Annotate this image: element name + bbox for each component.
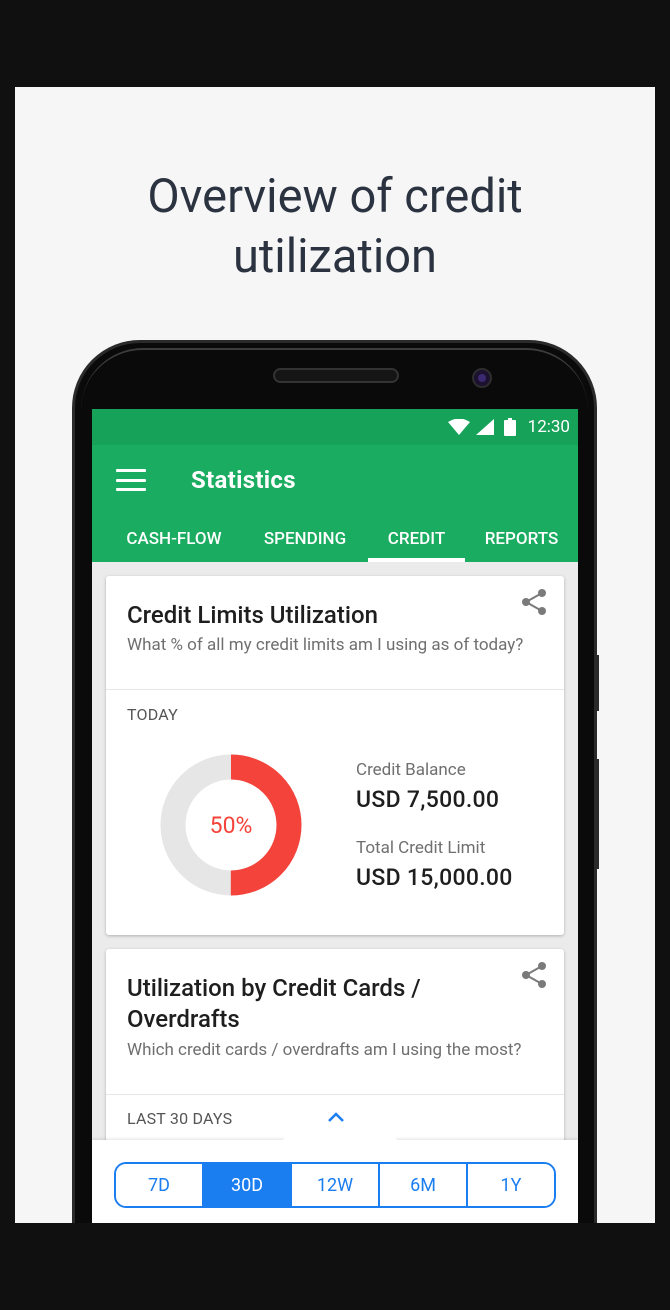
period-label: TODAY	[127, 705, 178, 724]
range-selector-bar: 7D 30D 12W 6M 1Y	[92, 1104, 578, 1223]
phone-screen: 12:30 Statistics CASH-FLOW SPENDING CRED…	[92, 409, 578, 1223]
phone-speaker	[273, 368, 399, 383]
promo-panel: Overview of credit utilization 12:30 Sta…	[15, 87, 655, 1223]
card-title-line-1: Utilization by Credit Cards /	[127, 974, 421, 1002]
tab-reports[interactable]: REPORTS	[465, 515, 578, 562]
card-subtitle: What % of all my credit limits am I usin…	[127, 635, 524, 655]
signal-icon	[475, 419, 494, 435]
wifi-icon	[447, 419, 470, 435]
headline-line-2: utilization	[232, 229, 438, 284]
card-title-line-2: Overdrafts	[127, 1005, 240, 1033]
donut-percent-label: 50%	[209, 811, 253, 839]
range-option-1y[interactable]: 1Y	[468, 1164, 554, 1206]
range-segmented-control: 7D 30D 12W 6M 1Y	[114, 1162, 556, 1208]
share-icon[interactable]	[520, 961, 548, 989]
app-title: Statistics	[191, 466, 296, 494]
share-icon[interactable]	[520, 588, 548, 616]
range-option-30d[interactable]: 30D	[204, 1164, 292, 1206]
range-option-7d[interactable]: 7D	[116, 1164, 204, 1206]
battery-icon	[503, 418, 516, 436]
headline-line-1: Overview of credit	[147, 169, 523, 224]
phone-camera	[472, 368, 492, 388]
tab-spending[interactable]: SPENDING	[256, 515, 354, 562]
utilization-donut: 50%	[160, 754, 302, 896]
tab-cash-flow[interactable]: CASH-FLOW	[92, 515, 256, 562]
app-bar: Statistics	[92, 445, 578, 515]
promo-headline: Overview of credit utilization	[15, 167, 655, 287]
credit-balance-value: USD 7,500.00	[356, 786, 500, 813]
card-divider	[106, 1094, 564, 1095]
card-subtitle: Which credit cards / overdrafts am I usi…	[127, 1040, 522, 1060]
chevron-up-icon[interactable]	[326, 1110, 346, 1124]
status-bar: 12:30	[92, 409, 578, 445]
tab-credit[interactable]: CREDIT	[368, 515, 465, 562]
phone-side-button-upper	[595, 655, 599, 711]
credit-limits-card: Credit Limits Utilization What % of all …	[106, 576, 564, 935]
total-limit-label: Total Credit Limit	[356, 838, 486, 858]
range-option-6m[interactable]: 6M	[380, 1164, 468, 1206]
card-title: Utilization by Credit Cards / Overdrafts	[127, 973, 421, 1035]
card-title: Credit Limits Utilization	[127, 601, 378, 629]
phone-side-button-lower	[595, 759, 599, 869]
period-label: LAST 30 DAYS	[127, 1109, 233, 1128]
total-limit-value: USD 15,000.00	[356, 864, 513, 891]
hamburger-menu-icon[interactable]	[116, 469, 146, 491]
card-divider	[106, 689, 564, 690]
credit-balance-label: Credit Balance	[356, 760, 466, 780]
range-option-12w[interactable]: 12W	[292, 1164, 380, 1206]
tab-bar: CASH-FLOW SPENDING CREDIT REPORTS	[92, 515, 578, 562]
status-time: 12:30	[527, 417, 570, 437]
